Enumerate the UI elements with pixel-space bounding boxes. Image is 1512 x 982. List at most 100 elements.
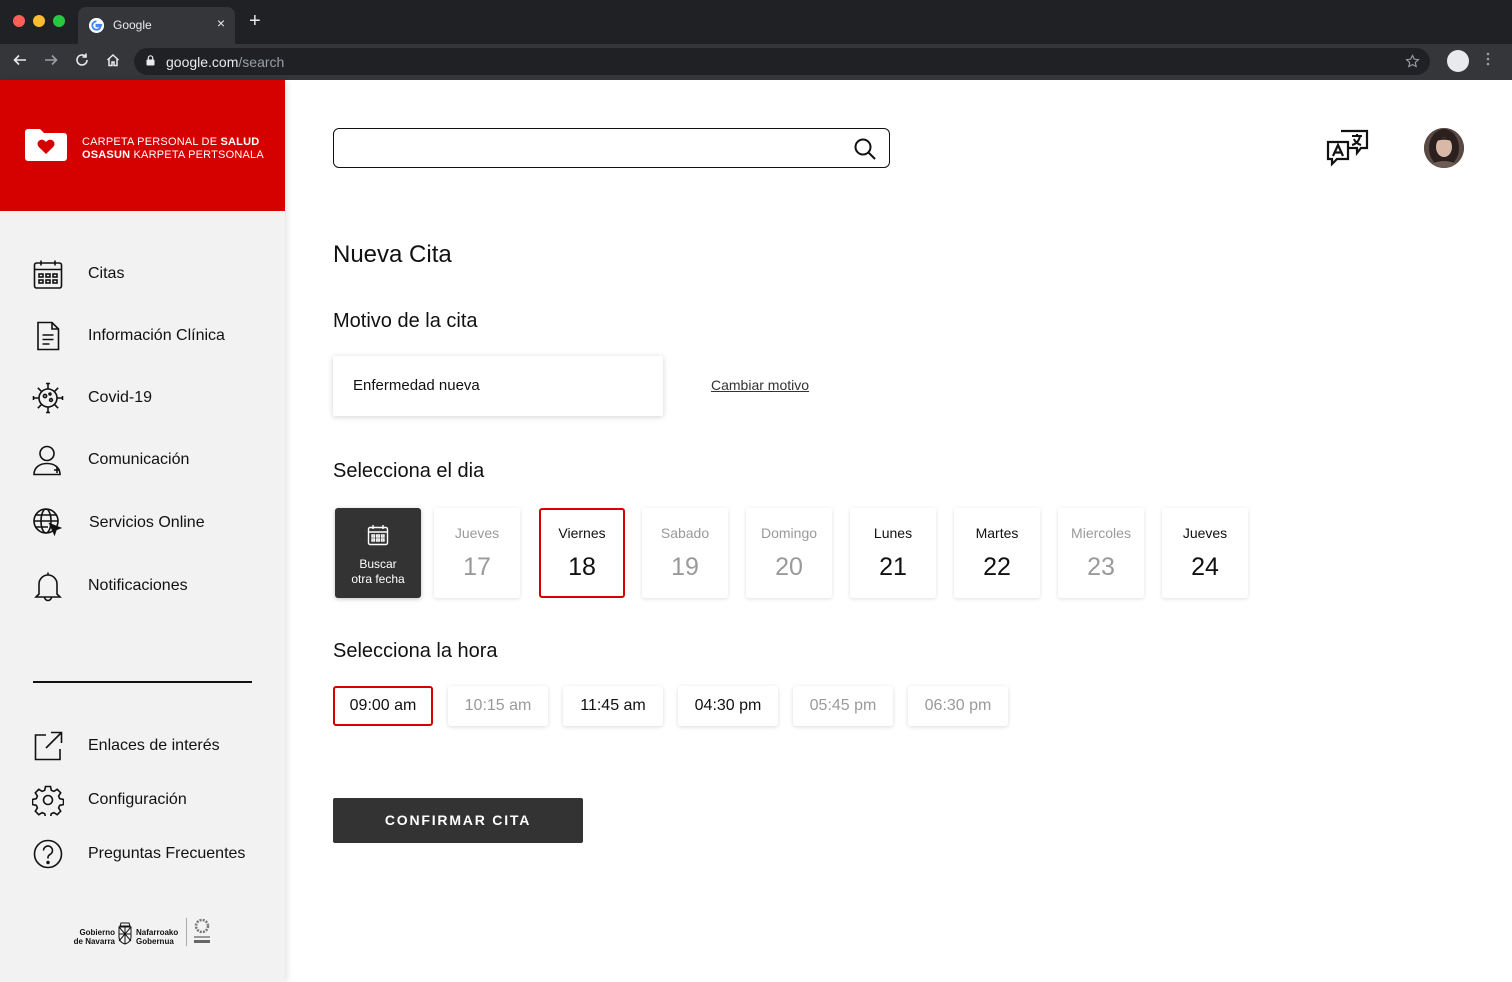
day-number: 21 [879,553,907,581]
virus-icon [32,382,64,414]
folder-heart-logo-icon [25,129,67,161]
time-heading: Selecciona la hora [333,640,498,662]
day-option[interactable]: Lunes 21 [850,508,936,598]
document-icon [37,321,60,351]
time-option: 06:30 pm [908,686,1008,726]
maximize-window-button[interactable] [53,15,65,27]
url-path: /search [238,54,285,70]
sidebar-item-enlaces[interactable]: Enlaces de interés [32,730,272,764]
gov-left-line1: Gobierno [79,928,115,937]
url-text: google.com/search [166,54,284,70]
search-other-line1: Buscar [359,557,397,571]
brand-line1-bold: SALUD [220,136,260,148]
sidebar-item-configuracion[interactable]: Configuración [32,784,272,818]
sidebar-item-comunicacion[interactable]: Comunicación [32,444,272,478]
day-option-selected[interactable]: Viernes 18 [539,508,625,598]
sidebar-divider [33,681,252,683]
user-icon [33,445,61,476]
tab-close-icon[interactable]: × [217,15,225,31]
time-option: 05:45 pm [793,686,893,726]
day-name: Jueves [454,525,500,541]
sidebar-item-informacion-clinica[interactable]: Información Clínica [32,320,272,354]
gear-icon [32,785,64,816]
day-heading: Selecciona el dia [333,460,485,482]
sidebar-item-label: Servicios Online [89,514,205,531]
day-number: 19 [671,553,699,581]
time-option: 10:15 am [448,686,548,726]
brand-line2-bold: OSASUN [82,149,131,161]
change-reason-link[interactable]: Cambiar motivo [711,377,809,393]
new-tab-button[interactable]: + [249,11,261,31]
day-number: 18 [568,553,596,581]
sidebar: CARPETA PERSONAL DE SALUD OSASUN KARPETA… [0,80,285,982]
browser-menu-icon[interactable] [1486,52,1490,66]
gov-right-line2: Gobernua [136,937,174,946]
browser-chrome: Google × + google.com/search [0,0,1512,80]
lock-icon [146,55,155,66]
search-icon[interactable] [853,137,877,161]
sidebar-item-servicios-online[interactable]: Servicios Online [32,507,272,541]
forward-icon[interactable] [43,52,59,68]
sidebar-item-preguntas[interactable]: Preguntas Frecuentes [32,838,272,872]
time-option-selected[interactable]: 09:00 am [333,686,433,726]
translate-icon[interactable] [1326,128,1370,168]
agenda-2030-logo-icon [194,918,210,943]
day-name: Lunes [873,525,913,541]
day-number: 17 [463,553,491,581]
browser-profile-icon[interactable] [1447,50,1469,72]
day-name: Sabado [660,525,710,541]
brand-header[interactable]: CARPETA PERSONAL DE SALUD OSASUN KARPETA… [0,80,285,211]
sidebar-item-label: Información Clínica [88,327,225,344]
home-icon[interactable] [105,52,121,68]
time-option[interactable]: 04:30 pm [678,686,778,726]
bookmark-star-icon[interactable] [1405,54,1420,69]
brand-line2-suffix: KARPETA PERTSONALA [130,149,264,161]
time-option[interactable]: 11:45 am [563,686,663,726]
avatar[interactable] [1424,128,1464,168]
search-input[interactable] [333,128,890,168]
bell-icon [34,572,62,602]
gov-right-line1: Nafarroako [136,928,179,937]
close-window-button[interactable] [13,15,25,27]
tab-bar: Google × + [0,0,1512,44]
day-name: Viernes [558,525,606,541]
brand-title: CARPETA PERSONAL DE SALUD OSASUN KARPETA… [82,136,264,162]
day-name: Miercoles [1071,525,1131,541]
day-number: 20 [775,553,803,581]
day-name: Jueves [1182,525,1228,541]
sidebar-item-covid[interactable]: Covid-19 [32,382,272,416]
tab-title: Google [113,18,152,32]
day-number: 22 [983,553,1011,581]
sidebar-item-label: Preguntas Frecuentes [88,845,246,862]
day-name: Domingo [760,525,818,541]
reason-heading: Motivo de la cita [333,310,478,332]
sidebar-item-notificaciones[interactable]: Notificaciones [32,570,272,604]
search-other-line2: otra fecha [351,572,405,586]
day-option[interactable]: Martes 22 [954,508,1040,598]
search-other-date-button[interactable]: Buscar otra fecha [335,508,421,598]
back-icon[interactable] [12,52,28,68]
sidebar-item-label: Comunicación [88,451,190,468]
browser-toolbar: google.com/search [0,44,1512,80]
sidebar-item-citas[interactable]: Citas [32,258,272,292]
url-host: google.com [166,54,239,70]
coat-of-arms-icon [118,922,132,945]
google-favicon-icon [89,18,104,33]
sidebar-item-label: Covid-19 [88,389,153,406]
day-option[interactable]: Jueves 24 [1162,508,1248,598]
day-number: 24 [1191,553,1219,581]
day-number: 23 [1087,553,1115,581]
calendar-icon [367,525,389,546]
search-other-date-label: Buscar otra fecha [335,557,421,587]
minimize-window-button[interactable] [33,15,45,27]
external-link-icon [34,731,63,761]
calendar-icon [33,260,63,289]
reload-icon[interactable] [74,52,90,68]
address-bar[interactable]: google.com/search [134,48,1430,75]
help-icon [33,839,63,869]
globe-cursor-icon [33,508,63,537]
gov-left-line2: de Navarra [73,937,115,946]
confirm-appointment-button[interactable]: CONFIRMAR CITA [333,798,583,843]
sidebar-item-label: Enlaces de interés [88,737,220,754]
browser-tab[interactable]: Google × [78,7,235,44]
